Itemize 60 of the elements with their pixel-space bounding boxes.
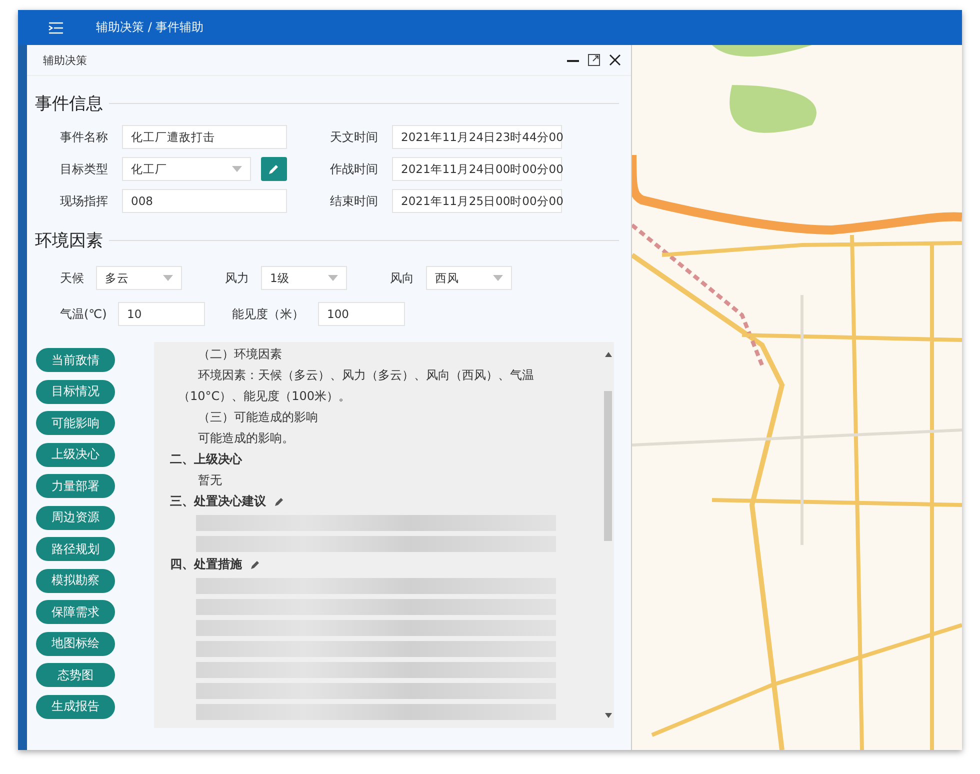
paragraph-text: 暂无 (197, 472, 223, 489)
field-label: 风向 (390, 270, 415, 286)
maximize-icon[interactable] (588, 54, 600, 66)
nav-button[interactable]: 模拟勘察 (36, 568, 115, 592)
nav-button[interactable]: 路径规划 (36, 537, 115, 561)
nav-button[interactable]: 力量部署 (36, 474, 115, 498)
section-heading: 事件信息 (35, 93, 103, 115)
panel-title: 辅助决策 (43, 52, 88, 68)
close-icon[interactable] (609, 54, 621, 66)
dropdown-caret-icon (163, 275, 173, 281)
field-label: 风力 (225, 270, 250, 286)
text-field[interactable]: 008 (122, 189, 287, 213)
field-label: 结束时间 (330, 192, 379, 210)
nav-button[interactable]: 态势图 (36, 663, 115, 687)
breadcrumb: 辅助决策 / 事件辅助 (96, 19, 204, 36)
nav-button[interactable]: 地图标绘 (36, 632, 115, 656)
menu-icon[interactable] (48, 22, 64, 34)
edit-button[interactable] (261, 157, 287, 181)
subheading-text: （三）可能造成的影响 (197, 409, 319, 426)
field-label: 天候 (60, 270, 85, 286)
nav-button[interactable]: 周边资源 (36, 506, 115, 530)
nav-button[interactable]: 生成报告 (36, 694, 115, 718)
paragraph-text: 环境因素：天候（多云）、风力（多云）、风向（西风）、气温（10°C）、能见度（100米）。 (177, 367, 535, 405)
dropdown-caret-icon (232, 166, 242, 172)
pencil-icon[interactable] (250, 559, 261, 570)
field-label: 能见度（米） (232, 306, 305, 322)
text-field[interactable]: 2021年11月25日00时00分00 (392, 189, 562, 213)
dropdown-caret-icon (328, 275, 338, 281)
nav-button[interactable]: 上级决心 (36, 442, 115, 466)
section-title: 四、处置措施 (170, 556, 242, 573)
field-label: 天文时间 (330, 128, 379, 146)
field-label: 目标类型 (60, 160, 109, 178)
dropdown-field[interactable]: 化工厂 (122, 157, 251, 181)
text-field[interactable]: 化工厂遭敌打击 (122, 125, 287, 149)
text-field[interactable]: 2021年11月24日00时00分00 (392, 157, 562, 181)
nav-button[interactable]: 目标情况 (36, 380, 115, 404)
scrollbar-thumb[interactable] (604, 391, 612, 541)
field-label: 作战时间 (330, 160, 379, 178)
dropdown-field[interactable]: 西风 (426, 266, 512, 290)
nav-button[interactable]: 可能影响 (36, 411, 115, 435)
dropdown-field[interactable]: 1级 (261, 266, 347, 290)
nav-button[interactable]: 当前敌情 (36, 348, 115, 372)
pencil-icon[interactable] (274, 496, 285, 507)
field-label: 事件名称 (60, 128, 109, 146)
text-field[interactable]: 100 (318, 302, 405, 326)
text-field[interactable]: 2021年11月24日23时44分00 (392, 125, 562, 149)
section-title: 二、上级决心 (170, 451, 242, 468)
nav-button[interactable]: 保障需求 (36, 600, 115, 624)
paragraph-text: 可能造成的影响。 (197, 430, 295, 447)
section-title: 三、处置决心建议 (170, 493, 266, 510)
field-label: 现场指挥 (60, 192, 109, 210)
subheading-text: （二）环境因素 (197, 346, 283, 363)
scroll-down-icon[interactable] (604, 713, 612, 718)
pencil-icon (268, 163, 280, 175)
dropdown-field[interactable]: 多云 (96, 266, 182, 290)
text-field[interactable]: 10 (118, 302, 205, 326)
dropdown-caret-icon (493, 275, 503, 281)
scroll-up-icon[interactable] (604, 352, 612, 357)
section-heading: 环境因素 (35, 230, 103, 252)
field-label: 气温(℃) (60, 306, 108, 322)
